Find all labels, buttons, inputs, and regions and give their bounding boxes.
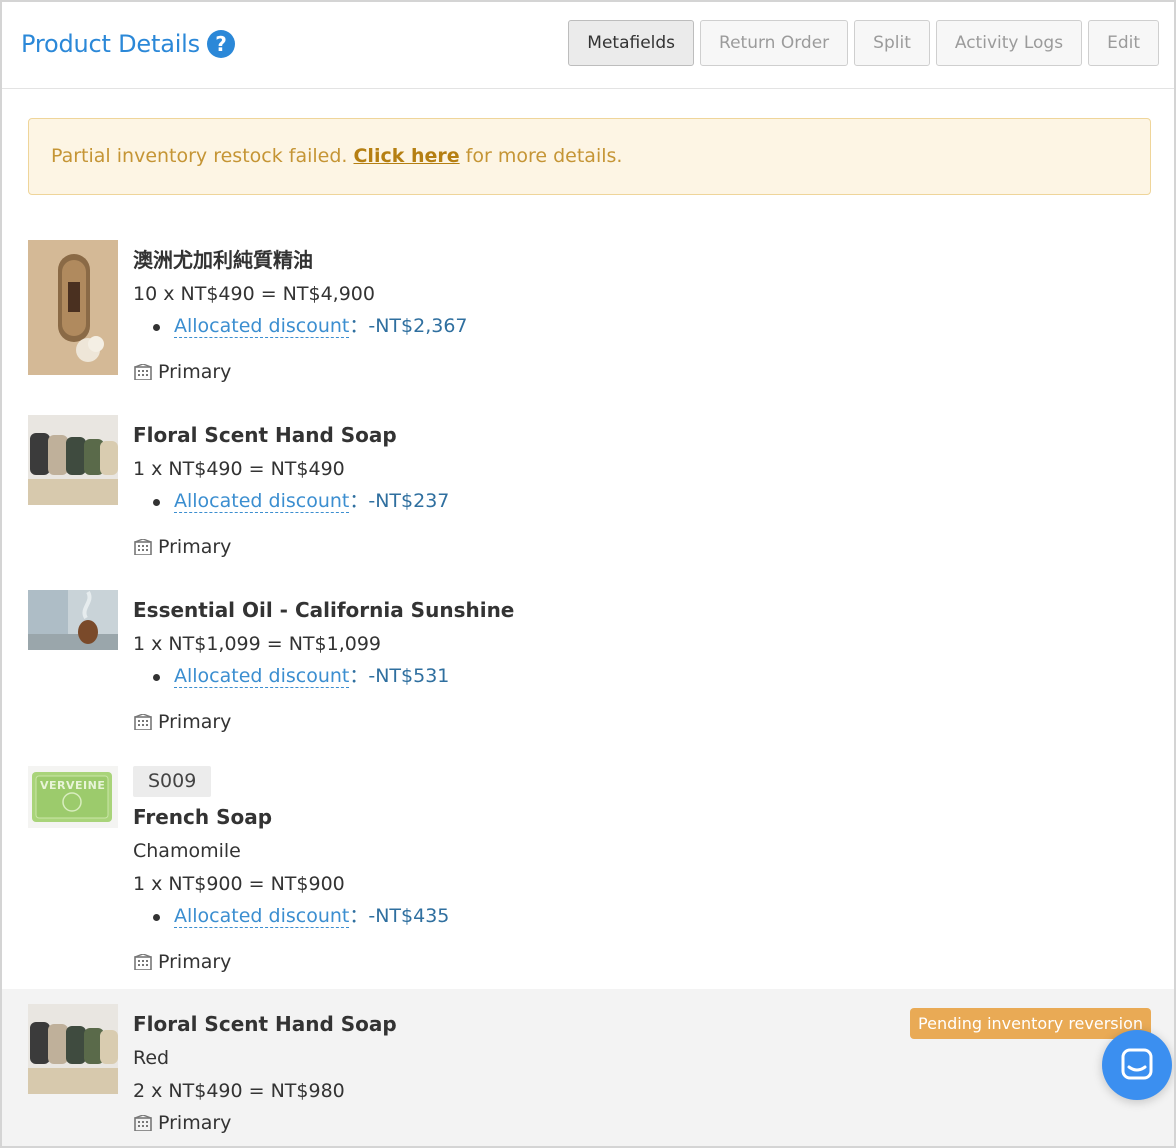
location-name: Primary [158, 536, 232, 558]
product-name: Floral Scent Hand Soap [133, 1012, 397, 1036]
allocated-discount-link[interactable]: Allocated discount [174, 490, 350, 513]
help-icon[interactable]: ? [206, 30, 235, 58]
edit-button[interactable]: Edit [1088, 20, 1159, 66]
discount-value: ：-NT$2,367 [349, 315, 468, 337]
allocated-discount-link[interactable]: Allocated discount [174, 905, 350, 928]
location: Primary [133, 707, 514, 737]
product-thumbnail [28, 590, 118, 650]
discount-value: ：-NT$237 [349, 490, 450, 512]
panel-header: Product Details ? Metafields Return Orde… [2, 2, 1174, 89]
line-item: Floral Scent Hand Soap 1 x NT$490 = NT$4… [2, 415, 1174, 575]
chat-icon [1121, 1048, 1153, 1080]
allocated-discount: Allocated discount：-NT$435 [133, 901, 449, 932]
discount-value: ：-NT$435 [349, 905, 450, 927]
return-order-button[interactable]: Return Order [700, 20, 849, 66]
metafields-button[interactable]: Metafields [568, 20, 695, 66]
product-thumbnail: VERVEINE [28, 766, 118, 828]
allocated-discount-link[interactable]: Allocated discount [174, 665, 350, 688]
product-details-panel: Product Details ? Metafields Return Orde… [0, 0, 1176, 1148]
building-icon [134, 364, 152, 380]
alert-text-suffix: for more details. [459, 145, 623, 167]
discount-value: ：-NT$531 [349, 665, 450, 687]
building-icon [134, 539, 152, 555]
alert-details-link[interactable]: Click here [353, 145, 459, 167]
location: Primary [133, 1108, 397, 1138]
thumbnail-brand-text: VERVEINE [40, 779, 106, 792]
qty-price-line: 1 x NT$900 = NT$900 [133, 873, 345, 895]
variant-name: Red [133, 1047, 170, 1069]
page-title-text: Product Details [21, 30, 200, 58]
product-thumbnail [28, 240, 118, 375]
sku-badge: S009 [133, 766, 212, 797]
building-icon [134, 1115, 152, 1131]
chat-launcher-button[interactable] [1102, 1030, 1172, 1100]
line-item: Essential Oil - California Sunshine 1 x … [2, 590, 1174, 750]
qty-price-line: 1 x NT$1,099 = NT$1,099 [133, 633, 382, 655]
building-icon [134, 954, 152, 970]
line-item: VERVEINE S009 French Soap Chamomile 1 x … [2, 766, 1174, 988]
product-thumbnail [28, 415, 118, 505]
line-item: Floral Scent Hand Soap Red 2 x NT$490 = … [2, 989, 1174, 1146]
restock-failed-alert: Partial inventory restock failed. Click … [28, 118, 1151, 195]
product-name: French Soap [133, 805, 273, 829]
qty-price-line: 2 x NT$490 = NT$980 [133, 1080, 345, 1102]
allocated-discount: Allocated discount：-NT$531 [133, 661, 514, 692]
product-name: 澳洲尤加利純質精油 [133, 248, 313, 272]
building-icon [134, 714, 152, 730]
location-name: Primary [158, 1112, 232, 1134]
header-actions: Metafields Return Order Split Activity L… [568, 20, 1159, 66]
qty-price-line: 10 x NT$490 = NT$4,900 [133, 283, 375, 305]
product-name: Floral Scent Hand Soap [133, 423, 397, 447]
line-item: 澳洲尤加利純質精油 10 x NT$490 = NT$4,900 Allocat… [2, 240, 1174, 400]
location: Primary [133, 532, 449, 562]
alert-text: Partial inventory restock failed. [51, 145, 354, 167]
allocated-discount-link[interactable]: Allocated discount [174, 315, 350, 338]
activity-logs-button[interactable]: Activity Logs [935, 20, 1083, 66]
location: Primary [133, 947, 449, 977]
qty-price-line: 1 x NT$490 = NT$490 [133, 458, 345, 480]
allocated-discount: Allocated discount：-NT$2,367 [133, 311, 468, 342]
split-button[interactable]: Split [854, 20, 930, 66]
product-name: Essential Oil - California Sunshine [133, 598, 515, 622]
location: Primary [133, 357, 468, 387]
variant-name: Chamomile [133, 840, 241, 862]
page-title: Product Details ? [21, 30, 235, 58]
location-name: Primary [158, 361, 232, 383]
product-thumbnail [28, 1004, 118, 1094]
allocated-discount: Allocated discount：-NT$237 [133, 486, 449, 517]
location-name: Primary [158, 951, 232, 973]
location-name: Primary [158, 711, 232, 733]
